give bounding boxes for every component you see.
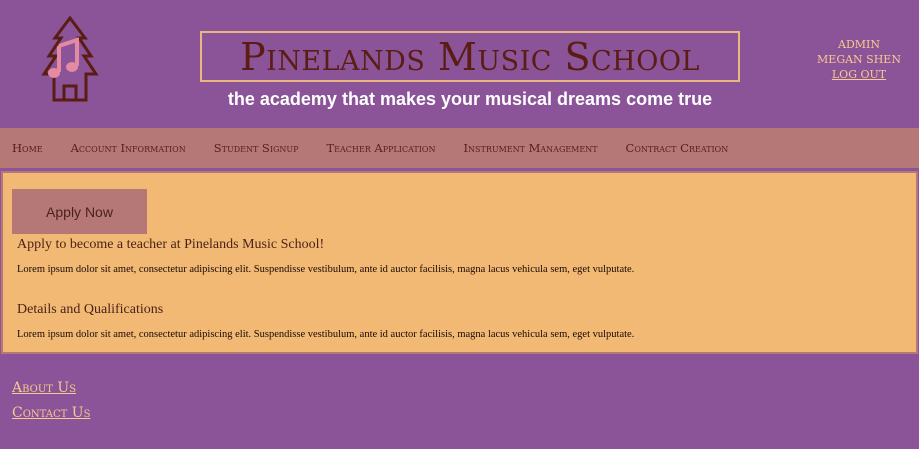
user-role: ADMIN <box>838 38 880 51</box>
pine-tree-music-note-logo-icon <box>41 16 99 102</box>
nav-item-student-signup[interactable]: Student Signup <box>214 141 299 155</box>
main-nav: Home Account Information Student Signup … <box>0 128 919 168</box>
site-title-box: Pinelands Music School <box>200 31 740 82</box>
nav-item-instrument-management[interactable]: Instrument Management <box>463 141 597 155</box>
site-tagline: the academy that makes your musical drea… <box>227 89 713 109</box>
about-us-link[interactable]: About Us <box>12 380 76 396</box>
logout-link[interactable]: LOG OUT <box>808 67 910 82</box>
nav-item-teacher-application[interactable]: Teacher Application <box>327 141 436 155</box>
site-header: Pinelands Music School the academy that … <box>0 0 919 128</box>
nav-item-account-information[interactable]: Account Information <box>71 141 186 155</box>
section-body-apply: Lorem ipsum dolor sit amet, consectetur … <box>17 264 635 275</box>
section-body-details: Lorem ipsum dolor sit amet, consectetur … <box>17 329 635 340</box>
apply-now-button[interactable]: Apply Now <box>12 189 147 234</box>
nav-item-home[interactable]: Home <box>12 141 43 155</box>
section-heading-details: Details and Qualifications <box>17 302 164 317</box>
section-heading-apply: Apply to become a teacher at Pinelands M… <box>17 237 325 252</box>
site-title: Pinelands Music School <box>240 34 700 79</box>
contact-us-link[interactable]: Contact Us <box>12 405 90 421</box>
nav-item-contract-creation[interactable]: Contract Creation <box>626 141 729 155</box>
user-panel: ADMIN MEGAN SHEN LOG OUT <box>808 37 910 82</box>
content-panel: Apply Now Apply to become a teacher at P… <box>1 171 918 354</box>
user-name: MEGAN SHEN <box>817 53 901 66</box>
